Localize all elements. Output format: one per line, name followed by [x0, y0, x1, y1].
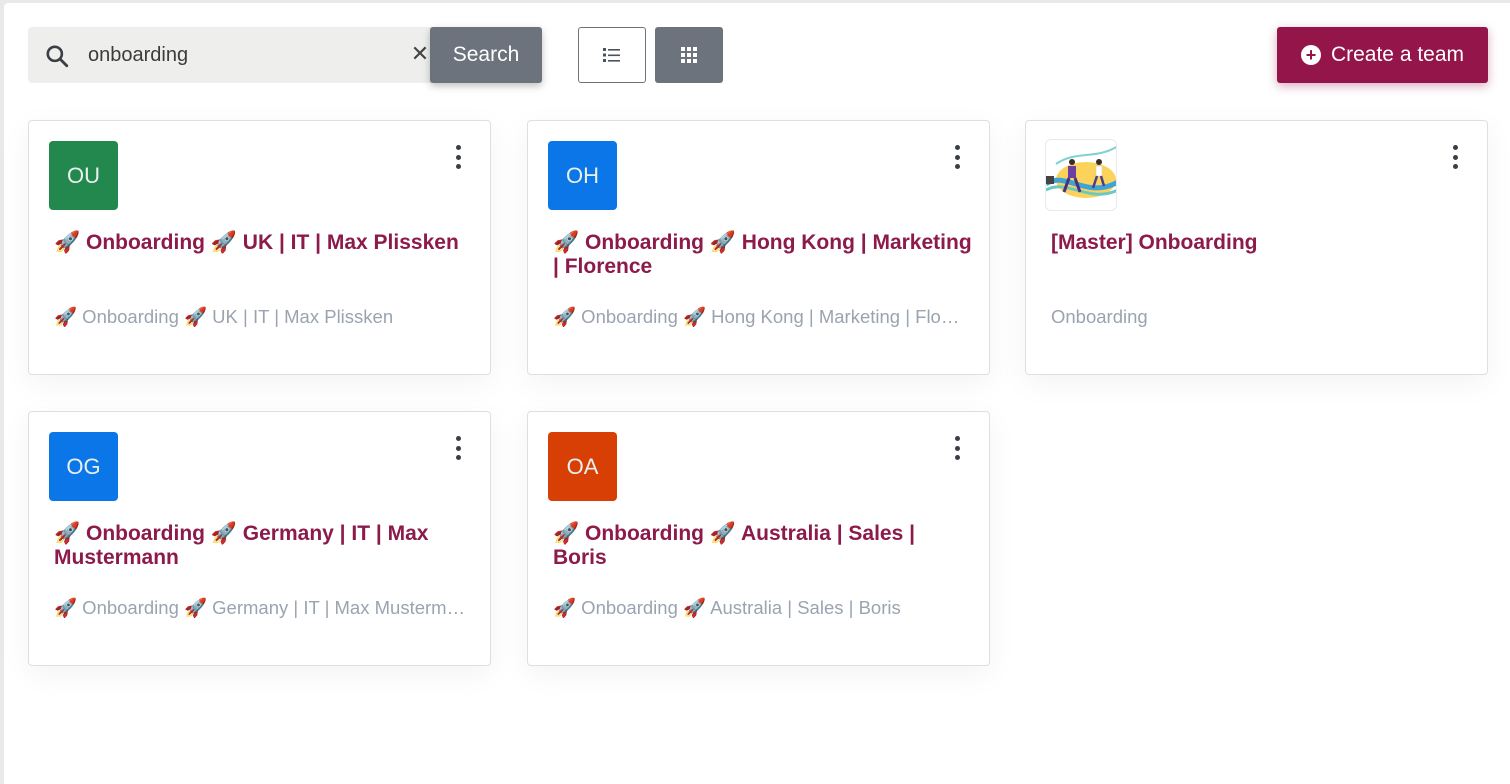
team-card[interactable]: OA 🚀 Onboarding 🚀 Australia | Sales | Bo… — [527, 411, 990, 666]
search-box: ✕ — [28, 27, 432, 83]
team-subtitle: Onboarding — [1051, 306, 1148, 327]
team-card[interactable]: [Master] Onboarding Onboarding — [1025, 120, 1488, 375]
team-title[interactable]: 🚀 Onboarding 🚀 UK | IT | Max Plissken — [54, 231, 474, 255]
grid-view-icon — [681, 47, 697, 63]
teams-page: ✕ (function(){ const d = JSON.parse(docu… — [4, 3, 1510, 784]
grid-view-button[interactable] — [655, 27, 723, 83]
search-input[interactable] — [88, 37, 368, 73]
create-team-label: Create a team — [1330, 43, 1465, 66]
more-options-icon[interactable] — [951, 436, 963, 460]
team-subtitle: 🚀 Onboarding 🚀 Australia | Sales | Boris — [553, 597, 901, 618]
team-card[interactable]: OU 🚀 Onboarding 🚀 UK | IT | Max Plissken… — [28, 120, 491, 375]
search-icon — [46, 45, 69, 68]
team-title[interactable]: 🚀 Onboarding 🚀 Hong Kong | Marketing | F… — [553, 231, 973, 279]
more-options-icon[interactable] — [951, 145, 963, 169]
team-title[interactable]: 🚀 Onboarding 🚀 Australia | Sales | Boris — [553, 522, 973, 570]
search-button[interactable]: Search — [430, 27, 542, 83]
more-options-icon[interactable] — [452, 145, 464, 169]
team-subtitle: 🚀 Onboarding 🚀 Hong Kong | Marketing | F… — [553, 306, 965, 327]
list-view-icon — [603, 48, 620, 62]
team-avatar: OU — [49, 141, 118, 210]
plus-circle-icon: + — [1300, 45, 1321, 65]
close-icon[interactable]: ✕ — [408, 41, 432, 67]
team-avatar: OA — [548, 432, 617, 501]
more-options-icon[interactable] — [452, 436, 464, 460]
team-avatar: OH — [548, 141, 617, 210]
illustration-people-jumping-icon — [1046, 145, 1116, 198]
more-options-icon[interactable] — [1449, 145, 1461, 169]
list-view-button[interactable] — [578, 27, 646, 83]
team-subtitle: 🚀 Onboarding 🚀 UK | IT | Max Plissken — [54, 306, 394, 327]
team-subtitle: 🚀 Onboarding 🚀 Germany | IT | Max Muster… — [54, 597, 466, 618]
create-team-button[interactable]: + Create a team — [1277, 27, 1488, 83]
team-title[interactable]: [Master] Onboarding — [1051, 231, 1471, 255]
team-title[interactable]: 🚀 Onboarding 🚀 Germany | IT | Max Muster… — [54, 522, 474, 570]
team-card[interactable]: OH 🚀 Onboarding 🚀 Hong Kong | Marketing … — [527, 120, 990, 375]
team-avatar: OG — [49, 432, 118, 501]
team-avatar-image — [1045, 139, 1117, 211]
team-card[interactable]: OG 🚀 Onboarding 🚀 Germany | IT | Max Mus… — [28, 411, 491, 666]
